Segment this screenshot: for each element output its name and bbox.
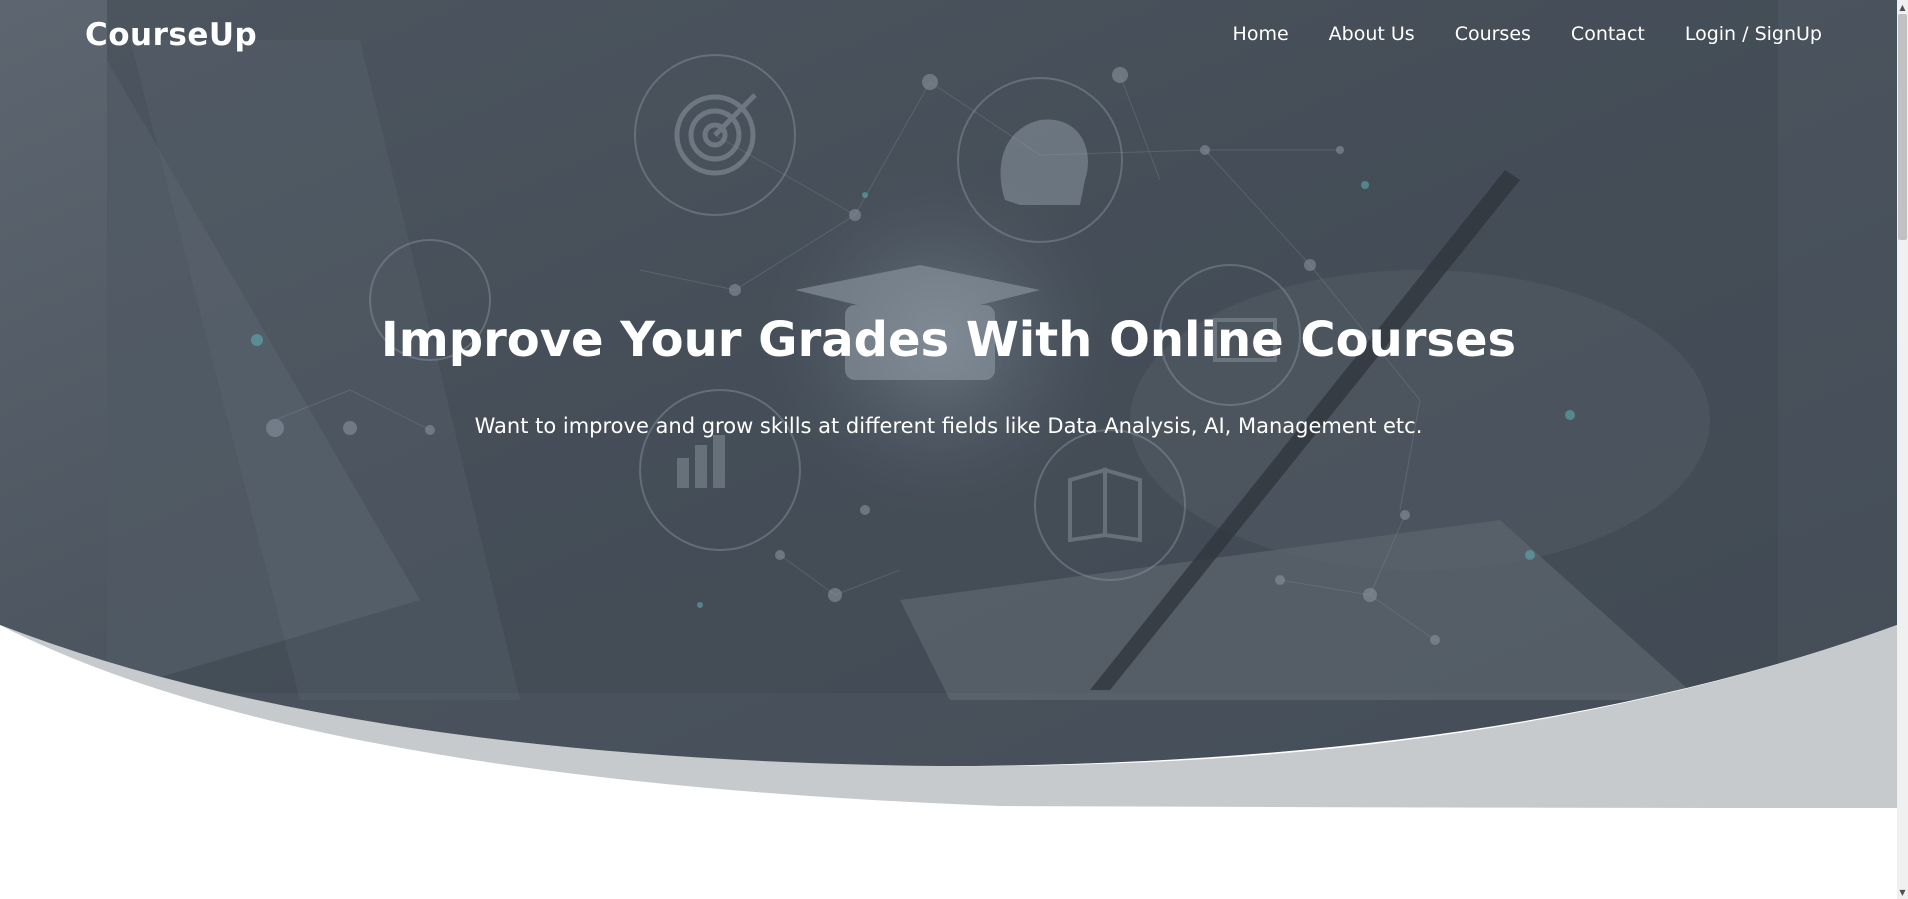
- hero-curve-divider: [0, 625, 1897, 812]
- nav-item-login-signup[interactable]: Login / SignUp: [1685, 20, 1822, 48]
- nav-item-courses[interactable]: Courses: [1455, 20, 1531, 48]
- hero-subtitle: Want to improve and grow skills at diffe…: [474, 414, 1423, 438]
- scroll-up-arrow-icon[interactable]: ▲: [1897, 0, 1908, 14]
- brand-logo[interactable]: CourseUp: [85, 15, 257, 55]
- navbar: CourseUp Home About Us Courses Contact L…: [0, 0, 1897, 70]
- page: CourseUp Home About Us Courses Contact L…: [0, 0, 1908, 899]
- vertical-scrollbar[interactable]: ▲ ▼: [1897, 0, 1908, 899]
- scroll-down-arrow-icon[interactable]: ▼: [1897, 885, 1908, 899]
- nav-item-about-us[interactable]: About Us: [1329, 20, 1415, 48]
- nav-links: Home About Us Courses Contact Login / Si…: [1233, 20, 1822, 48]
- nav-item-home[interactable]: Home: [1233, 20, 1289, 48]
- nav-item-contact[interactable]: Contact: [1571, 20, 1645, 48]
- hero-section: [0, 0, 1897, 812]
- hero-title: Improve Your Grades With Online Courses: [380, 312, 1517, 368]
- scroll-thumb[interactable]: [1898, 14, 1907, 240]
